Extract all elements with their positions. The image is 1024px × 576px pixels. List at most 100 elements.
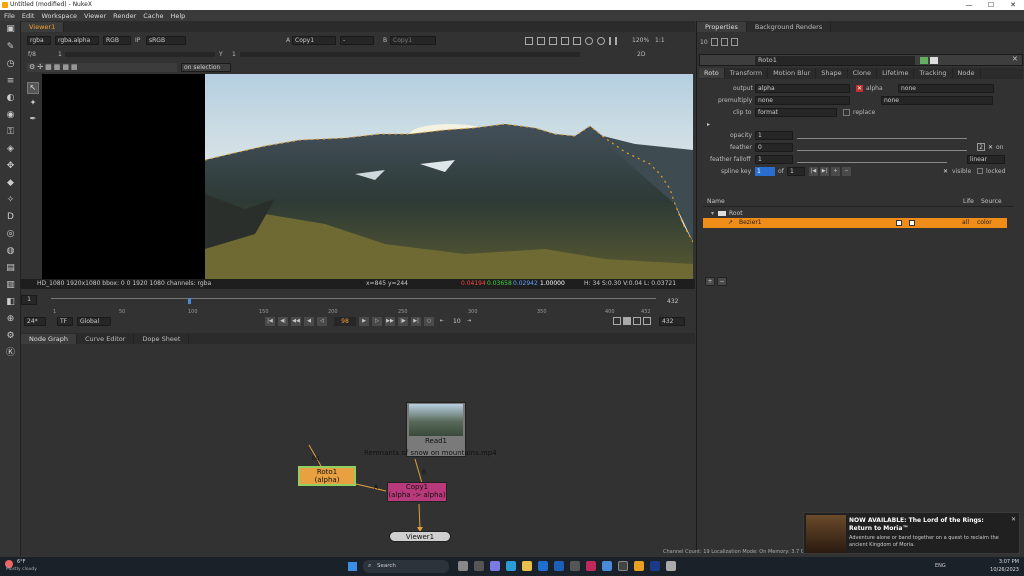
compare-icon[interactable] <box>573 37 581 45</box>
bezier-tool-icon[interactable]: ▦ <box>45 63 52 72</box>
menu-cache[interactable]: Cache <box>143 12 163 20</box>
node-color-icon[interactable] <box>920 57 928 64</box>
blend-select[interactable]: - <box>340 36 374 45</box>
views-icon[interactable]: ◎ <box>5 229 16 240</box>
image-icon[interactable]: ▣ <box>5 24 16 35</box>
colorspace-select[interactable]: sRGB <box>146 36 186 45</box>
remove-shape-button[interactable]: − <box>717 277 727 286</box>
delete-key-icon[interactable]: − <box>842 167 851 176</box>
end-frame-field[interactable]: 432 <box>659 317 685 326</box>
k-icon[interactable]: Ⓚ <box>5 348 16 359</box>
float-icon[interactable] <box>721 38 728 46</box>
timeline-ruler[interactable] <box>51 298 656 310</box>
particles-icon[interactable]: ✧ <box>5 195 16 206</box>
stop-icon[interactable] <box>623 317 631 325</box>
step-field[interactable]: 10 <box>453 317 461 326</box>
app-icon[interactable] <box>570 561 580 571</box>
transform-icon[interactable]: ✥ <box>5 161 16 172</box>
roi-icon[interactable] <box>525 37 533 45</box>
roto-node[interactable]: Roto1 (alpha) <box>298 466 356 486</box>
gear-icon[interactable]: ⚙ <box>29 63 35 72</box>
tab-transform[interactable]: Transform <box>725 68 769 78</box>
outlook-icon[interactable] <box>602 561 612 571</box>
tab-roto[interactable]: Roto <box>699 68 725 78</box>
first-frame-button[interactable]: |◀ <box>265 317 275 326</box>
next-frame-button[interactable]: ▷ <box>372 317 382 326</box>
clip-icon[interactable] <box>537 37 545 45</box>
next-key-icon[interactable]: ▶| <box>820 167 829 176</box>
global-select[interactable]: Global <box>77 317 111 326</box>
menu-viewer[interactable]: Viewer <box>84 12 106 20</box>
gamma-value[interactable]: 1 <box>232 50 236 59</box>
play-back-button[interactable]: ◀ <box>304 317 314 326</box>
tab-tracking[interactable]: Tracking <box>914 68 953 78</box>
locked-checkbox[interactable] <box>977 168 983 174</box>
time-icon[interactable]: ◷ <box>5 59 16 70</box>
menu-render[interactable]: Render <box>113 12 136 20</box>
tab-viewer1[interactable]: Viewer1 <box>21 22 65 32</box>
channels-select[interactable]: rgba <box>27 36 51 45</box>
splinekey-total[interactable]: 1 <box>787 167 805 176</box>
max-panels-field[interactable]: 10 <box>700 38 708 47</box>
tab-shape[interactable]: Shape <box>816 68 848 78</box>
range-icon[interactable] <box>643 317 651 325</box>
minimize-button[interactable]: — <box>958 0 980 10</box>
menu-workspace[interactable]: Workspace <box>41 12 77 20</box>
on-selection-select[interactable]: on selection <box>181 63 231 72</box>
prev-key-icon[interactable]: |◀ <box>809 167 818 176</box>
select-tool-icon[interactable]: ↖ <box>27 82 39 94</box>
skip-back-icon[interactable]: ⇤ <box>437 317 447 326</box>
feather-slider[interactable] <box>797 145 967 151</box>
opacity-field[interactable]: 1 <box>755 131 793 140</box>
pin-icon[interactable]: ✢ <box>37 63 43 72</box>
loop-button[interactable]: ○ <box>424 317 434 326</box>
photoshop-icon[interactable] <box>650 561 660 571</box>
start-icon[interactable] <box>348 562 357 571</box>
timeline-start-field[interactable]: 1 <box>21 295 37 305</box>
keyer-icon[interactable]: ⚿ <box>5 127 16 138</box>
toast-close-icon[interactable]: ✕ <box>1011 516 1016 523</box>
input-b-select[interactable]: Copy1 <box>390 36 436 45</box>
draw-icon[interactable]: ✎ <box>5 42 16 53</box>
gamma-slider[interactable] <box>240 52 580 57</box>
add-shape-button[interactable]: + <box>705 277 715 286</box>
gain-slider[interactable] <box>65 52 215 57</box>
output-select[interactable]: alpha <box>755 84 850 93</box>
tree-row-bezier[interactable]: ↗ Bezier1 all color <box>703 218 1007 228</box>
premultiply-none-select[interactable]: none <box>881 96 993 105</box>
menu-file[interactable]: File <box>4 12 15 20</box>
expand-arrow-icon[interactable]: ▸ <box>707 121 710 128</box>
nuke-taskbar-icon[interactable] <box>634 561 644 571</box>
metadata-icon[interactable]: ◍ <box>5 246 16 257</box>
clock-date[interactable]: 10/26/2023 <box>988 567 1019 573</box>
clock-time[interactable]: 3:07 PM <box>995 559 1019 565</box>
zoom-label[interactable]: 120% <box>632 36 649 45</box>
weather-desc[interactable]: Mostly cloudy <box>6 567 37 572</box>
tab-background-renders[interactable]: Background Renders <box>747 22 832 32</box>
notification-toast[interactable]: NOW AVAILABLE: The Lord of the Rings: Re… <box>803 512 1020 554</box>
step-back-button[interactable]: ◀◀ <box>291 317 301 326</box>
mask-icon[interactable] <box>561 37 569 45</box>
settings-icon[interactable] <box>597 37 605 45</box>
teams-icon[interactable] <box>586 561 596 571</box>
merge-icon[interactable]: ◈ <box>5 144 16 155</box>
skip-forward-icon[interactable]: ⇥ <box>467 317 477 326</box>
clipto-select[interactable]: format <box>755 108 837 117</box>
copy-node[interactable]: Copy1 (alpha -> alpha) <box>387 482 447 502</box>
feather-count-icon[interactable]: 2 <box>977 143 985 151</box>
feather-field[interactable]: 0 <box>755 143 793 152</box>
opacity-slider[interactable] <box>797 133 967 139</box>
other-icon[interactable]: ▥ <box>5 280 16 291</box>
menu-edit[interactable]: Edit <box>22 12 35 20</box>
visible-checkbox[interactable]: ✕ <box>943 168 948 175</box>
ratio-label[interactable]: 1:1 <box>655 36 665 45</box>
feather-on-checkbox[interactable]: ✕ <box>988 144 993 151</box>
viewer-node[interactable]: Viewer1 <box>389 531 451 542</box>
label-tool-icon[interactable]: ▦ <box>71 63 78 72</box>
edge-icon[interactable] <box>506 561 516 571</box>
maximize-button[interactable]: ☐ <box>980 0 1002 10</box>
input-a-select[interactable]: Copy1 <box>292 36 336 45</box>
cara-icon[interactable]: ⚙ <box>5 331 16 342</box>
layer-select[interactable]: rgba.alpha <box>55 36 99 45</box>
furnace-icon[interactable]: ◧ <box>5 297 16 308</box>
